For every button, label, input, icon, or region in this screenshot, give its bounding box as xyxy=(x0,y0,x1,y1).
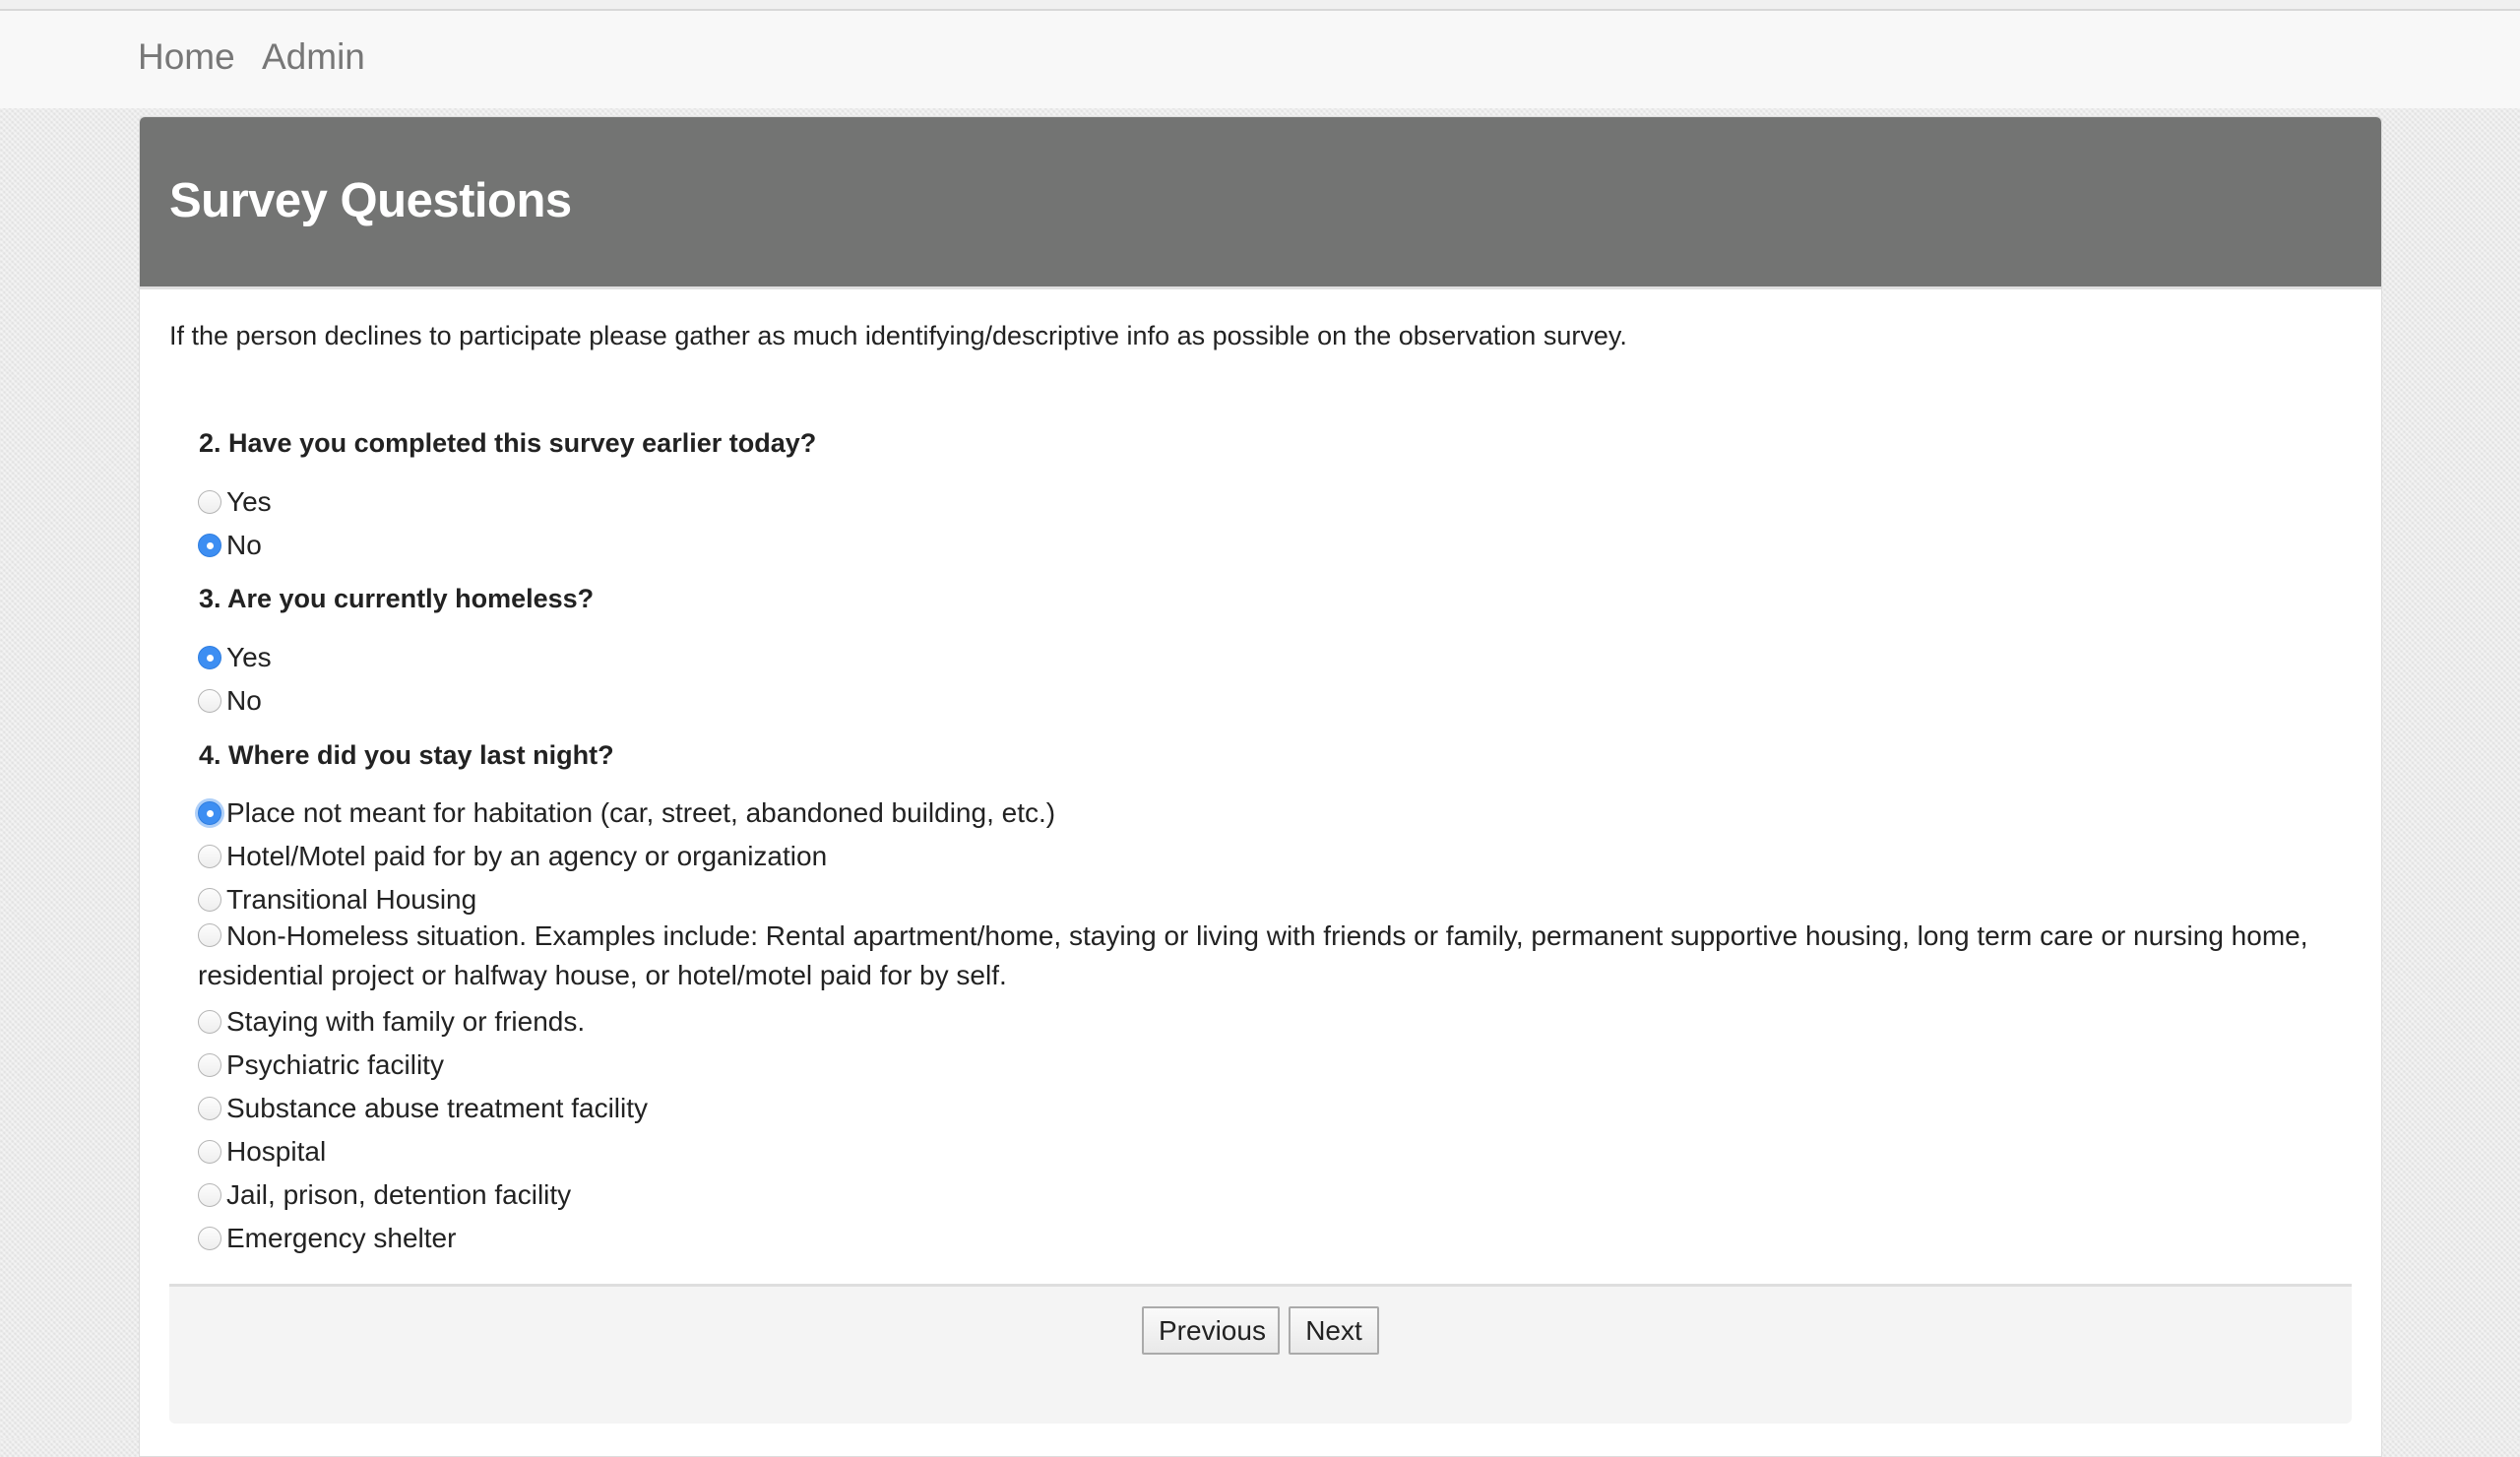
survey-card: Survey Questions If the person declines … xyxy=(139,116,2382,1457)
radio-button[interactable] xyxy=(198,1097,221,1120)
q4-option-hotel-agency[interactable]: Hotel/Motel paid for by an agency or org… xyxy=(198,841,827,872)
question-3-label: 3. Are you currently homeless? xyxy=(199,584,595,613)
radio-button[interactable] xyxy=(198,1183,221,1207)
nav-admin-link[interactable]: Admin xyxy=(262,36,365,78)
radio-button[interactable] xyxy=(198,534,221,557)
q2-option-no[interactable]: No xyxy=(198,530,262,561)
q4-option-psychiatric[interactable]: Psychiatric facility xyxy=(198,1049,444,1081)
next-button[interactable]: Next xyxy=(1289,1306,1379,1355)
q4-option-substance-abuse[interactable]: Substance abuse treatment facility xyxy=(198,1093,648,1124)
option-label: Substance abuse treatment facility xyxy=(226,1093,649,1123)
option-label: Non-Homeless situation. Examples include… xyxy=(198,920,2308,990)
intro-text: If the person declines to participate pl… xyxy=(169,321,1627,350)
q3-option-yes[interactable]: Yes xyxy=(198,642,272,673)
radio-button[interactable] xyxy=(198,1227,221,1250)
option-label: Jail, prison, detention facility xyxy=(226,1179,572,1210)
browser-top-strip xyxy=(0,0,2520,11)
q4-option-hospital[interactable]: Hospital xyxy=(198,1136,326,1168)
radio-button[interactable] xyxy=(198,689,221,713)
q4-option-place-not-meant[interactable]: Place not meant for habitation (car, str… xyxy=(198,797,1055,829)
q4-option-emergency-shelter[interactable]: Emergency shelter xyxy=(198,1223,456,1254)
radio-button[interactable] xyxy=(198,1053,221,1077)
radio-button[interactable] xyxy=(198,1010,221,1034)
option-label: Yes xyxy=(226,486,272,517)
q3-option-no[interactable]: No xyxy=(198,685,262,717)
q4-option-transitional[interactable]: Transitional Housing xyxy=(198,884,476,916)
radio-button[interactable] xyxy=(198,646,221,669)
page-title: Survey Questions xyxy=(169,174,572,227)
previous-button[interactable]: Previous xyxy=(1142,1306,1280,1355)
q4-option-jail[interactable]: Jail, prison, detention facility xyxy=(198,1179,571,1211)
question-4-label: 4. Where did you stay last night? xyxy=(199,740,614,770)
radio-button[interactable] xyxy=(198,490,221,514)
form-footer: Previous Next xyxy=(169,1284,2352,1424)
navbar: Home Admin xyxy=(0,11,2520,108)
option-label: Yes xyxy=(226,642,272,672)
option-label: No xyxy=(226,530,262,560)
radio-button[interactable] xyxy=(198,845,221,868)
card-header: Survey Questions xyxy=(140,117,2381,289)
option-label: No xyxy=(226,685,262,716)
q4-option-non-homeless[interactable]: Non-Homeless situation. Examples include… xyxy=(198,917,2363,995)
option-label: Place not meant for habitation (car, str… xyxy=(226,797,1056,828)
option-label: Emergency shelter xyxy=(226,1223,457,1253)
radio-button[interactable] xyxy=(198,801,221,825)
q2-option-yes[interactable]: Yes xyxy=(198,486,272,518)
q4-option-family-friends[interactable]: Staying with family or friends. xyxy=(198,1006,585,1038)
nav-home-link[interactable]: Home xyxy=(138,36,235,78)
radio-button[interactable] xyxy=(198,923,221,948)
option-label: Hospital xyxy=(226,1136,327,1167)
question-2-label: 2. Have you completed this survey earlie… xyxy=(199,428,817,458)
option-label: Staying with family or friends. xyxy=(226,1006,586,1037)
option-label: Transitional Housing xyxy=(226,884,477,915)
radio-button[interactable] xyxy=(198,1140,221,1164)
option-label: Psychiatric facility xyxy=(226,1049,444,1080)
option-label: Hotel/Motel paid for by an agency or org… xyxy=(226,841,828,871)
radio-button[interactable] xyxy=(198,888,221,912)
